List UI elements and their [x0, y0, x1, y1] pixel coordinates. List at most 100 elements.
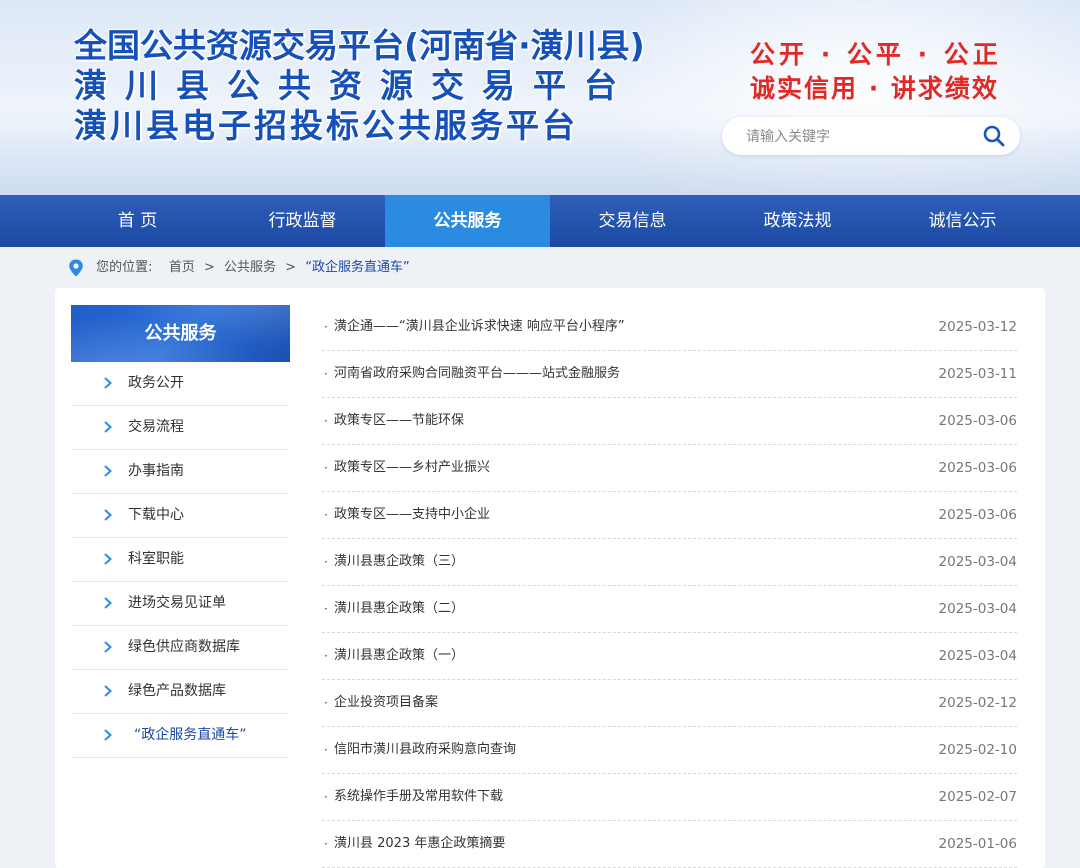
sidebar-heading-label: 公共服务 [144, 323, 217, 344]
article-date: 2025-02-07 [938, 789, 1017, 805]
bullet-icon: · [324, 508, 328, 522]
sidebar-item-guide[interactable]: 办事指南 [71, 450, 288, 494]
list-item[interactable]: · 潢川县惠企政策（二） 2025-03-04 [322, 586, 1017, 633]
article-date: 2025-03-06 [938, 413, 1017, 429]
main-nav: 首 页 行政监督 公共服务 交易信息 政策法规 诚信公示 [0, 195, 1080, 247]
breadcrumb-separator: > [285, 260, 297, 275]
search-icon[interactable] [982, 124, 1006, 148]
article-title[interactable]: 企业投资项目备案 [334, 680, 438, 726]
article-title[interactable]: 系统操作手册及常用软件下载 [334, 774, 503, 820]
list-item[interactable]: · 潢川县 2023 年惠企政策摘要 2025-01-06 [322, 821, 1017, 868]
bullet-icon: · [324, 555, 328, 569]
site-title-line-1: 全国公共资源交易平台(河南省·潢川县) [74, 26, 645, 65]
bullet-icon: · [324, 602, 328, 616]
list-item[interactable]: · 政策专区——节能环保 2025-03-06 [322, 398, 1017, 445]
sidebar-item-label: “政企服务直通车” [134, 727, 247, 743]
chevron-right-icon [104, 421, 112, 433]
slogan: 公开 · 公平 · 公正 诚实信用 · 讲求绩效 [750, 38, 1040, 106]
article-title[interactable]: 政策专区——支持中小企业 [334, 492, 490, 538]
list-item[interactable]: · 潢川县惠企政策（一） 2025-03-04 [322, 633, 1017, 680]
site-title-line-3: 潢川县电子招投标公共服务平台 [74, 106, 578, 145]
chevron-right-icon [104, 641, 112, 653]
sidebar-item-witness-form[interactable]: 进场交易见证单 [71, 582, 288, 626]
sidebar-item-trade-process[interactable]: 交易流程 [71, 406, 288, 450]
article-title[interactable]: 河南省政府采购合同融资平台———站式金融服务 [334, 351, 620, 397]
article-date: 2025-03-04 [938, 601, 1017, 617]
bullet-icon: · [324, 790, 328, 804]
article-title[interactable]: 潢川县 2023 年惠企政策摘要 [334, 821, 505, 867]
search-input[interactable] [744, 126, 968, 148]
article-title[interactable]: 潢川县惠企政策（二） [334, 586, 464, 632]
breadcrumb: 您的位置: 首页 > 公共服务 > “政企服务直通车” [68, 258, 410, 278]
site-title-line-2: 潢川县公共资源交易平台 [74, 66, 635, 105]
article-date: 2025-03-06 [938, 507, 1017, 523]
bullet-icon: · [324, 320, 328, 334]
sidebar-item-label: 绿色供应商数据库 [128, 639, 240, 655]
sidebar-item-label: 下载中心 [128, 507, 184, 523]
article-date: 2025-03-04 [938, 554, 1017, 570]
article-title[interactable]: 潢川县惠企政策（一） [334, 633, 464, 679]
article-title[interactable]: 信阳市潢川县政府采购意向查询 [334, 727, 516, 773]
sidebar-item-label: 办事指南 [128, 463, 184, 479]
article-title[interactable]: 政策专区——乡村产业振兴 [334, 445, 490, 491]
search-box [722, 117, 1020, 155]
chevron-right-icon [104, 597, 112, 609]
sidebar-heading: 公共服务 [71, 305, 290, 362]
sidebar-menu: 政务公开 交易流程 办事指南 下载中心 科室职能 进场交易见证单 绿色供应商数据… [71, 362, 288, 758]
breadcrumb-current: “政企服务直通车” [305, 260, 410, 275]
sidebar-item-green-suppliers[interactable]: 绿色供应商数据库 [71, 626, 288, 670]
article-date: 2025-01-06 [938, 836, 1017, 852]
bullet-icon: · [324, 743, 328, 757]
sidebar-item-departments[interactable]: 科室职能 [71, 538, 288, 582]
chevron-right-icon [104, 729, 112, 741]
content-panel: 公共服务 政务公开 交易流程 办事指南 下载中心 科室职能 进场交易见证单 绿色… [55, 288, 1045, 868]
list-item[interactable]: · 政策专区——支持中小企业 2025-03-06 [322, 492, 1017, 539]
nav-item-trade-info[interactable]: 交易信息 [550, 195, 715, 247]
slogan-line-1: 公开 · 公平 · 公正 [750, 40, 1002, 69]
sidebar-item-gov-affairs[interactable]: 政务公开 [71, 362, 288, 406]
article-title[interactable]: 潢企通——“潢川县企业诉求快速 响应平台小程序” [334, 304, 625, 350]
nav-item-home[interactable]: 首 页 [55, 195, 220, 247]
article-list: · 潢企通——“潢川县企业诉求快速 响应平台小程序” 2025-03-12 · 河南省… [322, 304, 1017, 868]
sidebar-item-green-products[interactable]: 绿色产品数据库 [71, 670, 288, 714]
article-date: 2025-03-11 [938, 366, 1017, 382]
list-item[interactable]: · 政策专区——乡村产业振兴 2025-03-06 [322, 445, 1017, 492]
article-title[interactable]: 潢川县惠企政策（三） [334, 539, 464, 585]
article-date: 2025-02-12 [938, 695, 1017, 711]
article-title[interactable]: 政策专区——节能环保 [334, 398, 464, 444]
list-item[interactable]: · 企业投资项目备案 2025-02-12 [322, 680, 1017, 727]
sidebar-item-label: 政务公开 [128, 375, 184, 391]
nav-item-public-service[interactable]: 公共服务 [385, 195, 550, 247]
article-date: 2025-03-06 [938, 460, 1017, 476]
breadcrumb-prefix: 您的位置: [96, 260, 153, 275]
list-item[interactable]: · 信阳市潢川县政府采购意向查询 2025-02-10 [322, 727, 1017, 774]
chevron-right-icon [104, 377, 112, 389]
location-pin-icon [69, 259, 83, 277]
list-item[interactable]: · 河南省政府采购合同融资平台———站式金融服务 2025-03-11 [322, 351, 1017, 398]
chevron-right-icon [104, 509, 112, 521]
bullet-icon: · [324, 461, 328, 475]
breadcrumb-section[interactable]: 公共服务 [224, 260, 276, 275]
breadcrumb-home[interactable]: 首页 [169, 260, 195, 275]
bullet-icon: · [324, 367, 328, 381]
bullet-icon: · [324, 837, 328, 851]
site-title: 全国公共资源交易平台(河南省·潢川县) 潢川县公共资源交易平台 潢川县电子招投标… [74, 26, 645, 146]
article-date: 2025-03-04 [938, 648, 1017, 664]
list-item[interactable]: · 潢企通——“潢川县企业诉求快速 响应平台小程序” 2025-03-12 [322, 304, 1017, 351]
slogan-line-2: 诚实信用 · 讲求绩效 [750, 74, 999, 103]
bullet-icon: · [324, 649, 328, 663]
bullet-icon: · [324, 414, 328, 428]
site-header: 全国公共资源交易平台(河南省·潢川县) 潢川县公共资源交易平台 潢川县电子招投标… [0, 0, 1080, 195]
sidebar-item-downloads[interactable]: 下载中心 [71, 494, 288, 538]
article-date: 2025-02-10 [938, 742, 1017, 758]
list-item[interactable]: · 潢川县惠企政策（三） 2025-03-04 [322, 539, 1017, 586]
sidebar-item-label: 进场交易见证单 [128, 595, 226, 611]
nav-item-credit[interactable]: 诚信公示 [880, 195, 1045, 247]
list-item[interactable]: · 系统操作手册及常用软件下载 2025-02-07 [322, 774, 1017, 821]
sidebar-item-label: 科室职能 [128, 551, 184, 567]
nav-item-supervision[interactable]: 行政监督 [220, 195, 385, 247]
breadcrumb-separator: > [203, 260, 215, 275]
nav-item-policy[interactable]: 政策法规 [715, 195, 880, 247]
chevron-right-icon [104, 465, 112, 477]
sidebar-item-gov-enterprise-express[interactable]: “政企服务直通车” [71, 714, 288, 758]
